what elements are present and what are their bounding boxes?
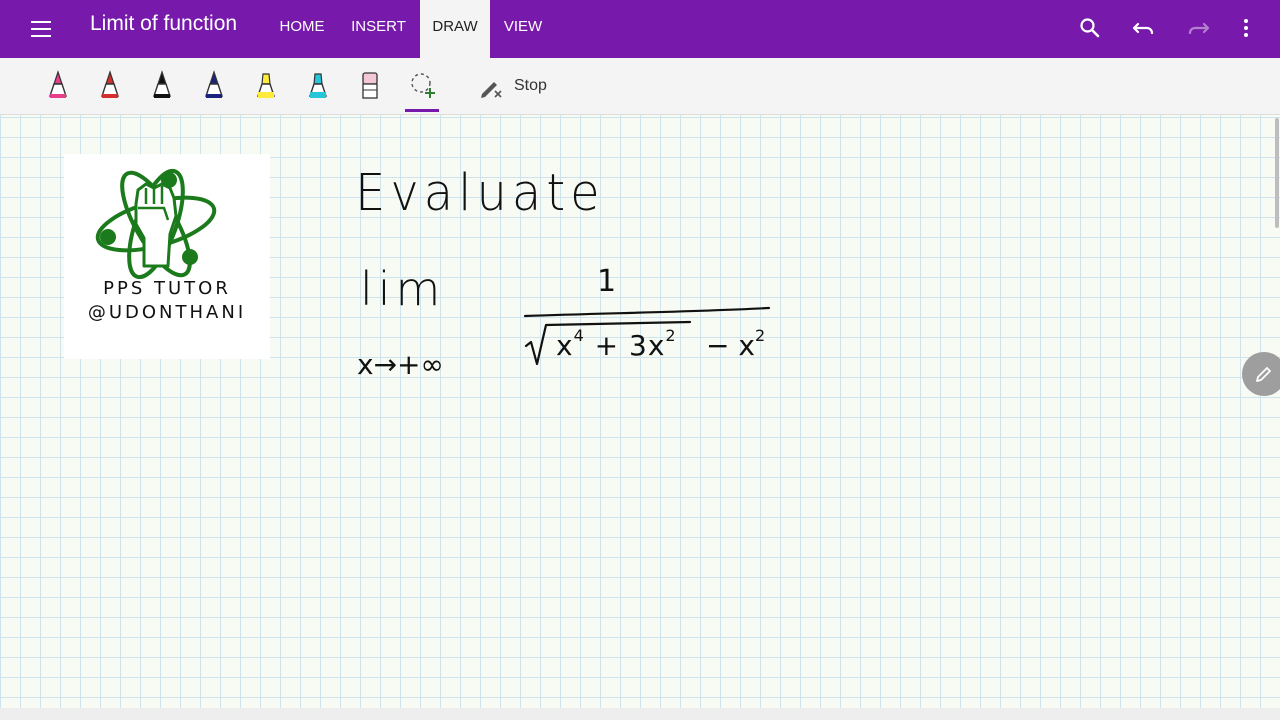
ink-heading: Evaluate — [355, 163, 605, 223]
eraser-icon[interactable] — [352, 66, 388, 106]
menu-icon[interactable] — [22, 13, 58, 45]
yellow-highlighter-icon[interactable] — [248, 66, 284, 106]
cyan-highlighter-icon[interactable] — [300, 66, 336, 106]
logo-handle-text: @UDONTHANI — [87, 302, 247, 323]
logo-image: PPS TUTOR @UDONTHANI — [64, 154, 270, 359]
tab-view[interactable]: VIEW — [495, 0, 551, 58]
stop-label: Stop — [514, 77, 547, 94]
ink-limit-approach: x→+∞ — [357, 348, 444, 381]
pink-pen-icon[interactable] — [40, 66, 76, 106]
ink-subtracted-term: − x2 — [706, 326, 766, 362]
search-icon[interactable] — [1072, 10, 1108, 46]
edit-pen-fab[interactable] — [1242, 352, 1280, 396]
vertical-scrollbar[interactable] — [1275, 118, 1279, 228]
bottom-bar — [0, 708, 1280, 720]
navy-pen-icon[interactable] — [196, 66, 232, 106]
black-pen-icon[interactable] — [144, 66, 180, 106]
lasso-select-icon[interactable] — [404, 66, 440, 106]
tab-draw[interactable]: DRAW — [420, 0, 490, 58]
undo-icon[interactable] — [1126, 10, 1162, 46]
ink-lim: lim — [360, 262, 446, 316]
logo-text: PPS TUTOR — [103, 278, 231, 299]
red-pen-icon[interactable] — [92, 66, 128, 106]
ink-radicand: x4 + 3x2 — [556, 326, 677, 362]
active-tool-indicator — [405, 109, 439, 112]
redo-icon[interactable] — [1180, 10, 1216, 46]
more-vert-icon[interactable] — [1228, 10, 1264, 46]
tab-insert[interactable]: INSERT — [342, 0, 415, 58]
draw-toolbar: Stop — [0, 58, 1280, 115]
tab-home[interactable]: HOME — [270, 0, 334, 58]
ink-numerator: 1 — [597, 264, 617, 299]
atom-fist-logo-icon — [95, 168, 217, 280]
page-title: Limit of function — [90, 12, 238, 35]
app-header: Limit of function HOME INSERT DRAW VIEW — [0, 0, 1280, 58]
